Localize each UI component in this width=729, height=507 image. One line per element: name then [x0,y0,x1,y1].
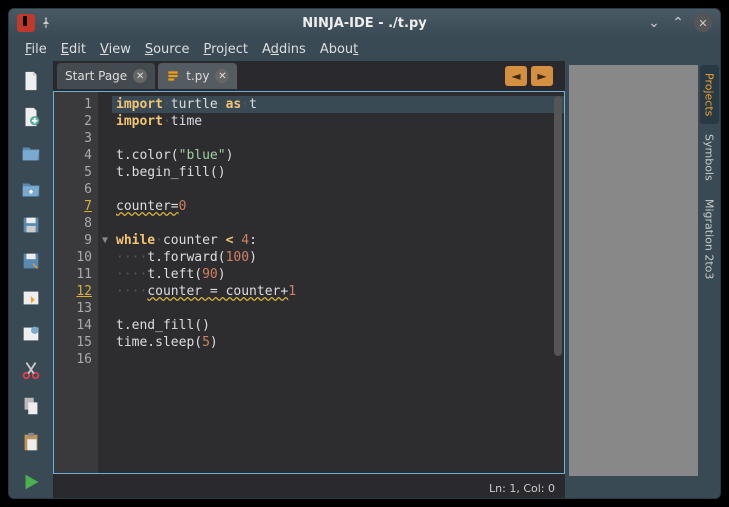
code-line[interactable]: import·time [116,113,558,130]
menu-edit[interactable]: Edit [55,40,92,59]
dock-tab[interactable]: Migration 2to3 [700,191,719,287]
code-line[interactable]: ····counter = counter+1 [116,283,558,300]
tab-close-button[interactable]: ✕ [133,69,147,83]
cut-button[interactable] [14,354,48,386]
tab-close-button[interactable]: ✕ [215,69,229,83]
code-line[interactable]: t.end_fill() [116,317,558,334]
code-line[interactable] [116,181,558,198]
editor-tab[interactable]: t.py ✕ [158,63,237,89]
new-project-button[interactable] [14,101,48,133]
code-line[interactable]: counter=0 [116,198,558,215]
statusbar: Ln: 1, Col: 0 [53,478,565,498]
app-window: NINJA-IDE - ./t.py ⌄ ⌃ ✕ File Edit View … [8,8,721,499]
dock-tab[interactable]: Symbols [700,126,719,189]
run-button[interactable] [14,466,48,498]
menu-addins[interactable]: Addins [256,40,312,59]
code-line[interactable] [116,351,558,368]
app-icon [17,14,35,32]
file-modified-icon [166,69,180,83]
minimize-button[interactable]: ⌄ [646,15,662,31]
tab-label: Start Page [65,69,127,83]
code-line[interactable]: t.begin_fill() [116,164,558,181]
code-line[interactable]: time.sleep(5) [116,334,558,351]
close-button[interactable]: ✕ [694,14,712,32]
save-as-button[interactable] [14,245,48,277]
code-line[interactable]: while·counter < 4: [116,232,558,249]
window-title: NINJA-IDE - ./t.py [302,16,426,31]
code-line[interactable] [116,300,558,317]
open-project-button[interactable] [14,173,48,205]
editor[interactable]: 12345678910111213141516 ▼ import·turtle … [53,91,565,474]
right-dock: Projects Symbols Migration 2to3 [565,61,720,498]
menubar: File Edit View Source Project Addins Abo… [9,37,720,61]
copy-button[interactable] [14,390,48,422]
code-area[interactable]: import·turtle as·timport·time t.color("bl… [112,92,564,473]
code-line[interactable]: ····t.left(90) [116,266,558,283]
menu-source[interactable]: Source [139,40,196,59]
code-line[interactable] [116,215,558,232]
tab-label: t.py [186,69,209,83]
gutter: 12345678910111213141516 [54,92,98,473]
menu-project[interactable]: Project [198,40,255,59]
code-line[interactable]: ····t.forward(100) [116,249,558,266]
nav-forward-button[interactable]: ► [531,66,553,86]
maximize-button[interactable]: ⌃ [670,15,686,31]
code-line[interactable]: t.color("blue") [116,147,558,164]
menu-view[interactable]: View [94,40,137,59]
code-line[interactable] [116,130,558,147]
paste-button[interactable] [14,426,48,458]
fold-column[interactable]: ▼ [98,92,112,473]
editor-column: Start Page ✕ t.py ✕ ◄ ► 1234567891011121314… [53,61,565,498]
pin-icon[interactable] [39,16,53,30]
dock-tab[interactable]: Projects [700,65,719,124]
left-toolbar [9,61,53,498]
projects-panel[interactable] [569,65,698,476]
content-area: Start Page ✕ t.py ✕ ◄ ► 1234567891011121314… [9,61,720,498]
menu-about[interactable]: About [314,40,364,59]
vertical-scrollbar[interactable] [554,96,562,356]
titlebar[interactable]: NINJA-IDE - ./t.py ⌄ ⌃ ✕ [9,9,720,37]
activate-profile-button[interactable] [14,281,48,313]
nav-back-button[interactable]: ◄ [505,66,527,86]
fold-toggle[interactable]: ▼ [98,232,112,249]
menu-file[interactable]: File [19,40,53,59]
deactivate-profile-button[interactable] [14,318,48,350]
dock-tabs: Projects Symbols Migration 2to3 [698,61,720,498]
editor-tab[interactable]: Start Page ✕ [57,63,155,89]
open-file-button[interactable] [14,137,48,169]
save-button[interactable] [14,209,48,241]
cursor-position: Ln: 1, Col: 0 [489,482,555,495]
code-line[interactable]: import·turtle as·t [112,96,564,113]
new-file-button[interactable] [14,65,48,97]
tabbar: Start Page ✕ t.py ✕ ◄ ► [53,61,565,91]
